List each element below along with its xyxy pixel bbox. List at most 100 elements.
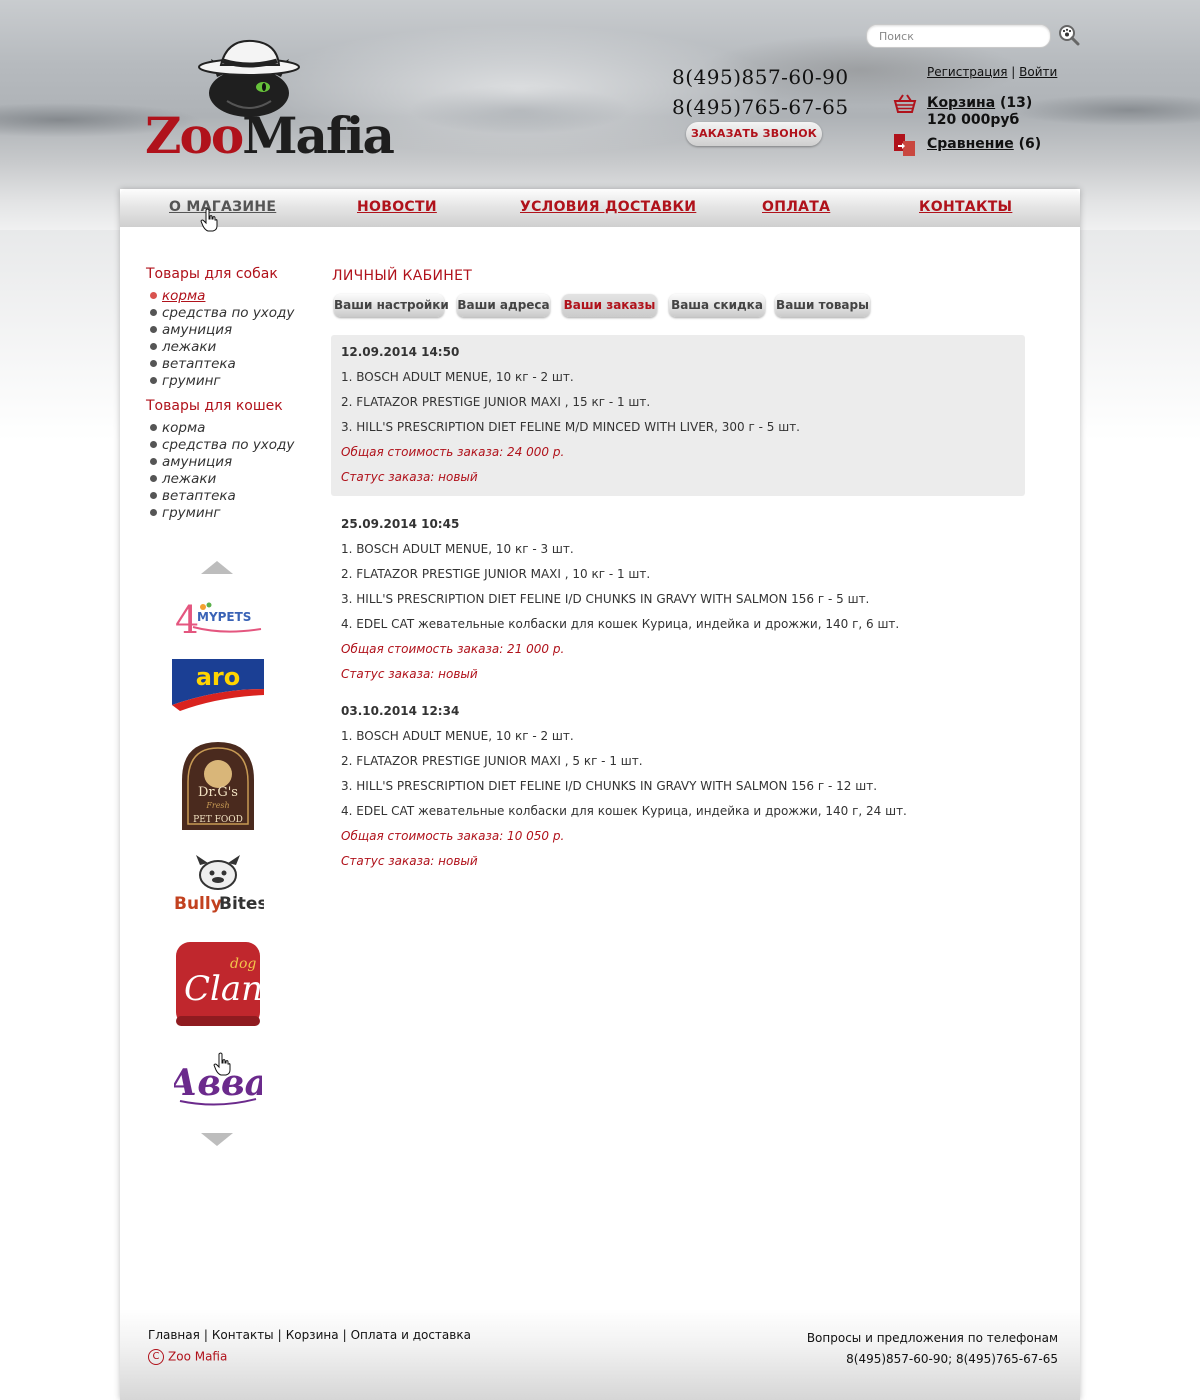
bullet-icon (150, 308, 157, 316)
bullet-icon (150, 440, 157, 448)
cart-summary: Корзина (13) (927, 95, 1032, 111)
tab-discount[interactable]: Ваша скидка (669, 294, 765, 317)
order-status: Статус заказа: новый (341, 854, 478, 868)
brand-drgs-logo[interactable]: Dr.G's Fresh PET FOOD (176, 740, 260, 832)
phone-secondary: 8(495)765-67-65 (672, 95, 849, 119)
carousel-up-arrow-icon[interactable] (201, 561, 233, 574)
bullet-icon (150, 423, 157, 431)
request-callback-button[interactable]: ЗАКАЗАТЬ ЗВОНОК (686, 122, 822, 146)
order-date: 25.09.2014 10:45 (341, 517, 460, 531)
cats-item-beds[interactable]: лежаки (150, 471, 294, 488)
page-side-left (0, 230, 120, 1400)
copyright-icon: C (148, 1349, 164, 1365)
order-card: 12.09.2014 14:50 1. BOSCH ADULT MENUE, 1… (331, 335, 1025, 496)
order-item: 1. BOSCH ADULT MENUE, 10 кг - 3 шт. (341, 542, 574, 556)
order-status: Статус заказа: новый (341, 667, 478, 681)
footer-contact-caption: Вопросы и предложения по телефонам (806, 1331, 1058, 1345)
auth-links: Регистрация | Войти (927, 65, 1057, 79)
cats-item-ammunition[interactable]: амуниция (150, 454, 294, 471)
order-card: 03.10.2014 12:34 1. BOSCH ADULT MENUE, 1… (331, 694, 1025, 874)
main-panel: О МАГАЗИНЕ НОВОСТИ УСЛОВИЯ ДОСТАВКИ ОПЛА… (120, 189, 1080, 1400)
carousel-down-arrow-icon[interactable] (201, 1133, 233, 1146)
compare-icon[interactable] (893, 133, 917, 157)
dogs-item-vet-pharmacy[interactable]: ветаптека (150, 356, 294, 373)
bullet-icon (150, 457, 157, 465)
brand-4mypets-logo[interactable]: 4 MYPETS (173, 597, 263, 639)
cats-category-title[interactable]: Товары для кошек (146, 398, 283, 414)
cats-item-food[interactable]: корма (150, 420, 294, 437)
svg-text:aro: aro (196, 663, 241, 691)
cats-item-care[interactable]: средства по уходу (150, 437, 294, 454)
login-link[interactable]: Войти (1019, 65, 1057, 79)
order-date: 03.10.2014 12:34 (341, 704, 460, 718)
compare-summary: Сравнение (6) (927, 136, 1041, 152)
tab-products[interactable]: Ваши товары (775, 294, 870, 317)
footer-link-cart[interactable]: Корзина (286, 1328, 339, 1342)
order-item: 2. FLATAZOR PRESTIGE JUNIOR MAXI , 5 кг … (341, 754, 643, 768)
footer-links: Главная | Контакты | Корзина | Оплата и достав… (148, 1328, 471, 1342)
bullet-icon (150, 491, 157, 499)
copyright: C Zoo Mafia (148, 1349, 227, 1365)
cats-category-list: корма средства по уходу амуниция лежаки … (150, 420, 294, 522)
brand-clan-dog-logo[interactable]: Clan dog (174, 940, 262, 1028)
svg-text:PET FOOD: PET FOOD (193, 815, 243, 825)
nav-contacts[interactable]: КОНТАКТЫ (919, 199, 1012, 215)
dogs-item-food[interactable]: корма (150, 288, 294, 305)
auth-separator: | (1011, 65, 1016, 79)
order-item: 3. HILL'S PRESCRIPTION DIET FELINE I/D C… (341, 592, 870, 606)
main-nav: О МАГАЗИНЕ НОВОСТИ УСЛОВИЯ ДОСТАВКИ ОПЛА… (120, 189, 1080, 227)
dogs-item-grooming[interactable]: груминг (150, 373, 294, 390)
tab-addresses[interactable]: Ваши адреса (457, 294, 550, 317)
register-link[interactable]: Регистрация (927, 65, 1007, 79)
cart-link[interactable]: Корзина (927, 95, 995, 111)
svg-text:Dr.G's: Dr.G's (198, 785, 238, 800)
zoomafia-logo[interactable]: ZooMafia (145, 35, 395, 161)
svg-text:Bites: Bites (219, 894, 264, 913)
bullet-icon (150, 474, 157, 482)
footer-contacts: Вопросы и предложения по телефонам 8(495… (807, 1328, 1058, 1370)
page-title: ЛИЧНЫЙ КАБИНЕТ (332, 268, 473, 284)
dogs-item-beds[interactable]: лежаки (150, 339, 294, 356)
footer-link-contacts[interactable]: Контакты (212, 1328, 274, 1342)
nav-news[interactable]: НОВОСТИ (357, 199, 437, 215)
bullet-icon (150, 376, 157, 384)
footer-link-home[interactable]: Главная (148, 1328, 200, 1342)
page-side-right (1080, 230, 1200, 1400)
basket-icon[interactable] (893, 94, 917, 114)
hand-cursor-icon (213, 1052, 231, 1076)
phone-primary: 8(495)857-60-90 (672, 65, 849, 89)
svg-text:MYPETS: MYPETS (197, 610, 251, 624)
order-item: 3. HILL'S PRESCRIPTION DIET FELINE M/D M… (341, 420, 800, 434)
nav-about[interactable]: О МАГАЗИНЕ (169, 199, 276, 215)
hand-cursor-icon (200, 208, 218, 232)
bullet-icon (150, 508, 157, 516)
cats-item-vet-pharmacy[interactable]: ветаптека (150, 488, 294, 505)
compare-link[interactable]: Сравнение (927, 136, 1014, 152)
cart-count: (13) (1000, 95, 1033, 111)
footer-link-payment-delivery[interactable]: Оплата и доставка (351, 1328, 471, 1342)
brand-bully-bites-logo[interactable]: Bully Bites (172, 853, 264, 913)
logo-wordmark: ZooMafia (145, 106, 395, 165)
svg-text:Clan: Clan (184, 969, 262, 1009)
nav-delivery[interactable]: УСЛОВИЯ ДОСТАВКИ (520, 199, 696, 215)
dogs-category-title[interactable]: Товары для собак (146, 266, 278, 282)
order-item: 2. FLATAZOR PRESTIGE JUNIOR MAXI , 15 кг… (341, 395, 651, 409)
copyright-text: Zoo Mafia (168, 1349, 228, 1364)
order-date: 12.09.2014 14:50 (341, 345, 460, 359)
tab-orders[interactable]: Ваши заказы (562, 294, 657, 317)
search-input[interactable] (879, 25, 1039, 48)
paw-search-icon[interactable] (1058, 24, 1080, 46)
svg-text:Fresh: Fresh (205, 801, 229, 810)
order-item: 3. HILL'S PRESCRIPTION DIET FELINE I/D C… (341, 779, 878, 793)
order-item: 1. BOSCH ADULT MENUE, 10 кг - 2 шт. (341, 729, 574, 743)
order-total: Общая стоимость заказа: 10 050 р. (341, 829, 565, 843)
dogs-item-care[interactable]: средства по уходу (150, 305, 294, 322)
nav-payment[interactable]: ОПЛАТА (762, 199, 830, 215)
order-item: 1. BOSCH ADULT MENUE, 10 кг - 2 шт. (341, 370, 574, 384)
dogs-item-ammunition[interactable]: амуниция (150, 322, 294, 339)
brand-aro-logo[interactable]: aro (172, 659, 264, 711)
tab-settings[interactable]: Ваши настройки (334, 294, 449, 317)
cats-item-grooming[interactable]: груминг (150, 505, 294, 522)
bullet-icon (150, 342, 157, 350)
bullet-icon (150, 359, 157, 367)
